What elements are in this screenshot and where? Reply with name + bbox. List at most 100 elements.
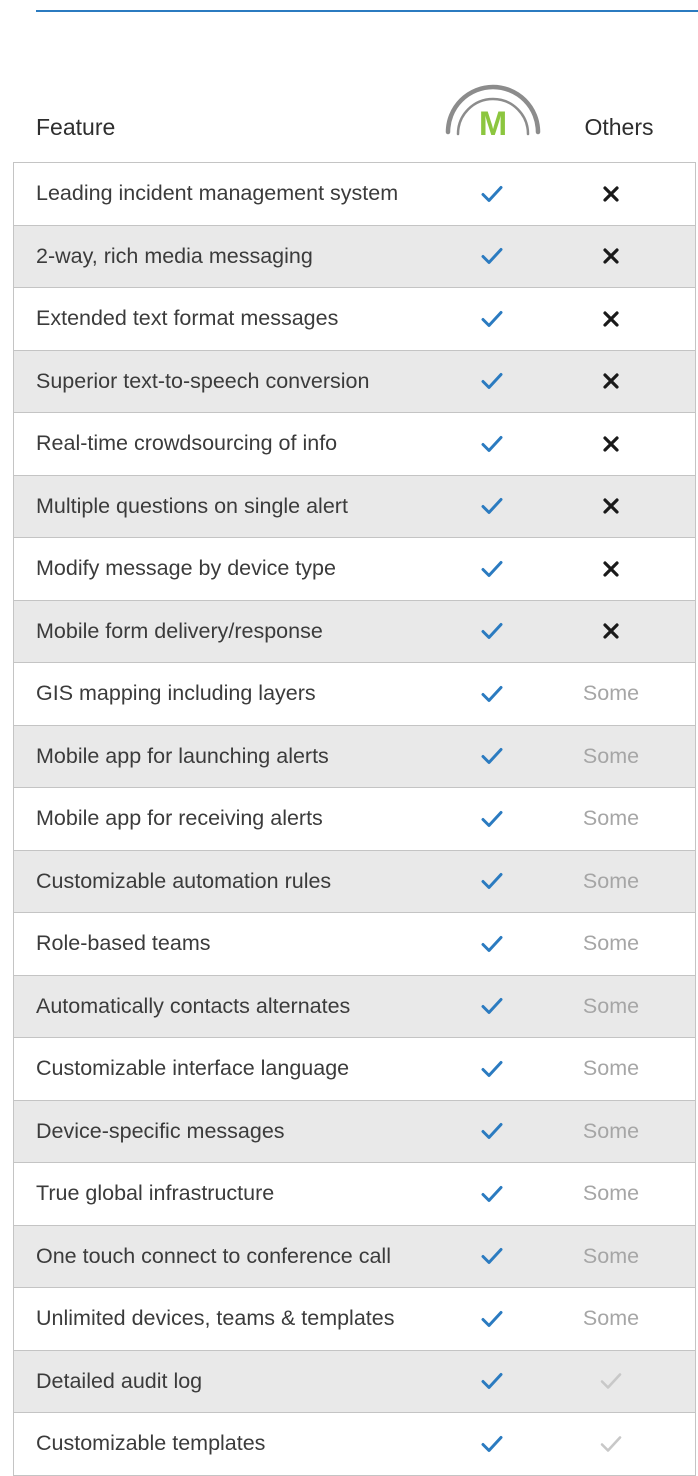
x-icon: [603, 623, 619, 639]
others-support-text: Some: [582, 806, 640, 831]
brand-support-cell: [469, 476, 515, 538]
table-row: Unlimited devices, teams & templates Som…: [14, 1288, 695, 1351]
table-row: Superior text-to-speech conversion: [14, 350, 695, 413]
feature-name: Role-based teams: [36, 931, 211, 956]
others-support-text: Some: [582, 743, 640, 768]
others-support-cell: [561, 413, 661, 475]
others-support-text: Some: [582, 993, 640, 1018]
others-support-cell: [561, 351, 661, 413]
feature-name: Device-specific messages: [36, 1118, 285, 1143]
others-support-text: Some: [582, 1243, 640, 1268]
feature-comparison-table: Leading incident management system 2-way…: [13, 162, 696, 1476]
check-icon: [481, 1185, 503, 1202]
table-row: Detailed audit log: [14, 1350, 695, 1413]
others-support-cell: [561, 1351, 661, 1413]
others-support-cell: Some: [561, 788, 661, 850]
table-row: Device-specific messages Some: [14, 1100, 695, 1163]
x-icon: [603, 498, 619, 514]
others-support-cell: [561, 288, 661, 350]
check-icon: [481, 1248, 503, 1265]
feature-name: Real-time crowdsourcing of info: [36, 431, 338, 456]
top-divider: [36, 10, 698, 12]
table-row: Real-time crowdsourcing of info: [14, 413, 695, 476]
table-row: Mobile app for launching alerts Some: [14, 725, 695, 788]
others-support-text: Some: [582, 1118, 640, 1143]
brand-support-cell: [469, 726, 515, 788]
check-icon: [481, 685, 503, 702]
others-support-cell: Some: [561, 1163, 661, 1225]
feature-name: Mobile form delivery/response: [36, 618, 323, 643]
brand-support-cell: [469, 788, 515, 850]
others-support-cell: [561, 601, 661, 663]
others-support-cell: [561, 1413, 661, 1475]
feature-name: Detailed audit log: [36, 1368, 203, 1393]
x-icon: [603, 186, 619, 202]
others-support-cell: Some: [561, 851, 661, 913]
brand-support-cell: [469, 1288, 515, 1350]
feature-name: Leading incident management system: [36, 181, 399, 206]
feature-name: 2-way, rich media messaging: [36, 243, 313, 268]
brand-support-cell: [469, 1226, 515, 1288]
brand-support-cell: [469, 601, 515, 663]
others-support-cell: [561, 226, 661, 288]
x-icon: [603, 561, 619, 577]
check-icon: [481, 435, 503, 452]
x-icon: [603, 373, 619, 389]
others-support-cell: [561, 163, 661, 225]
feature-name: Superior text-to-speech conversion: [36, 368, 370, 393]
feature-name: Unlimited devices, teams & templates: [36, 1306, 395, 1331]
table-row: True global infrastructure Some: [14, 1163, 695, 1226]
others-support-cell: Some: [561, 913, 661, 975]
others-support-text: Some: [582, 1181, 640, 1206]
brand-support-cell: [469, 413, 515, 475]
x-icon: [603, 248, 619, 264]
table-row: Customizable automation rules Some: [14, 850, 695, 913]
table-row: Automatically contacts alternates Some: [14, 975, 695, 1038]
brand-support-cell: [469, 1351, 515, 1413]
others-support-cell: Some: [561, 1288, 661, 1350]
brand-support-cell: [469, 913, 515, 975]
table-row: 2-way, rich media messaging: [14, 225, 695, 288]
check-icon: [481, 1060, 503, 1077]
feature-name: One touch connect to conference call: [36, 1243, 391, 1268]
others-support-cell: Some: [561, 1038, 661, 1100]
brand-support-cell: [469, 351, 515, 413]
brand-letter: M: [479, 105, 507, 140]
table-row: Role-based teams Some: [14, 913, 695, 976]
others-support-cell: Some: [561, 1226, 661, 1288]
others-support-cell: [561, 538, 661, 600]
feature-name: Multiple questions on single alert: [36, 493, 348, 518]
table-row: Mobile app for receiving alerts Some: [14, 788, 695, 851]
table-row: Leading incident management system: [14, 163, 695, 226]
gray-check-icon: [600, 1373, 622, 1390]
check-icon: [481, 748, 503, 765]
check-icon: [481, 185, 503, 202]
x-icon: [603, 436, 619, 452]
x-icon: [603, 311, 619, 327]
table-row: Mobile form delivery/response: [14, 600, 695, 663]
feature-name: True global infrastructure: [36, 1181, 275, 1206]
brand-support-cell: [469, 538, 515, 600]
brand-support-cell: [469, 1413, 515, 1475]
feature-name: Mobile app for receiving alerts: [36, 806, 323, 831]
check-icon: [481, 373, 503, 390]
table-row: One touch connect to conference call Som…: [14, 1225, 695, 1288]
check-icon: [481, 248, 503, 265]
feature-name: Customizable interface language: [36, 1056, 350, 1081]
brand-support-cell: [469, 1038, 515, 1100]
others-support-cell: Some: [561, 663, 661, 725]
check-icon: [481, 810, 503, 827]
feature-name: Modify message by device type: [36, 556, 336, 581]
brand-support-cell: [469, 288, 515, 350]
check-icon: [481, 498, 503, 515]
brand-support-cell: [469, 976, 515, 1038]
brand-support-cell: [469, 851, 515, 913]
check-icon: [481, 310, 503, 327]
table-row: Extended text format messages: [14, 288, 695, 351]
feature-name: Customizable templates: [36, 1431, 266, 1456]
table-row: GIS mapping including layers Some: [14, 663, 695, 726]
check-icon: [481, 1310, 503, 1327]
feature-name: Mobile app for launching alerts: [36, 743, 329, 768]
table-row: Customizable templates: [14, 1413, 695, 1476]
check-icon: [481, 1373, 503, 1390]
